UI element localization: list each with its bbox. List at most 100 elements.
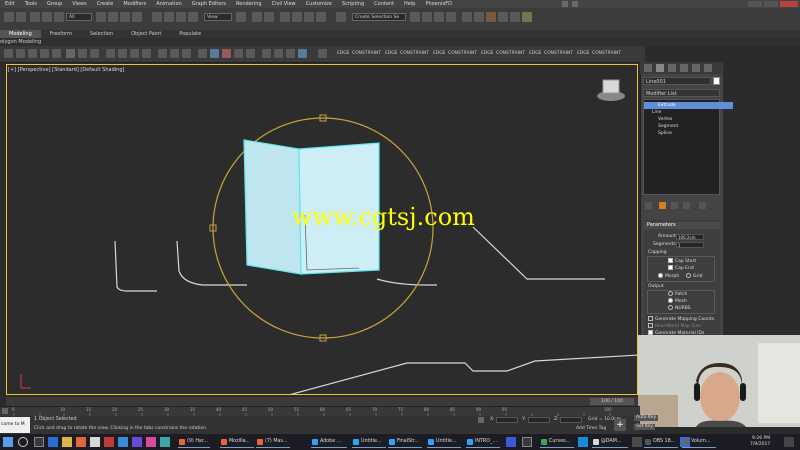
app-icon[interactable] (48, 437, 58, 447)
taskbar-item[interactable]: Mozilla... (220, 436, 254, 448)
tool-icon[interactable] (170, 49, 179, 58)
menu-item-scripting[interactable]: Scripting (337, 1, 369, 7)
tool-icon[interactable] (298, 49, 307, 58)
menu-item-views[interactable]: Views (67, 1, 91, 7)
cap-end-checkbox[interactable]: Cap End (668, 265, 694, 271)
undo-icon[interactable] (4, 12, 14, 22)
viewport-label[interactable]: [+] [Perspective] [Standard] [Default Sh… (8, 67, 124, 73)
create-tab-icon[interactable] (644, 64, 652, 72)
menu-item-tools[interactable]: Tools (20, 1, 42, 7)
menu-item-phoenixfd[interactable]: PhoenixFD (420, 1, 457, 7)
redo-icon[interactable] (16, 12, 26, 22)
tool-icon[interactable] (210, 49, 219, 58)
taskbar-item[interactable]: (7) Mas... (256, 436, 290, 448)
taskbar-item[interactable]: Adobe ... (311, 436, 347, 448)
move-icon[interactable] (152, 12, 162, 22)
menu-item-group[interactable]: Group (42, 1, 67, 7)
object-color-swatch[interactable] (713, 77, 720, 85)
stack-item-spline[interactable]: Spline (644, 130, 733, 137)
tool-icon[interactable] (198, 49, 207, 58)
menu-item-animation[interactable]: Animation (151, 1, 187, 7)
percent-snap-icon[interactable] (304, 12, 314, 22)
menu-item-graph-editors[interactable]: Graph Editors (187, 1, 231, 7)
selection-filter-dropdown[interactable]: All (66, 13, 92, 21)
tool-icon[interactable] (182, 49, 191, 58)
tool-icon[interactable] (234, 49, 243, 58)
unlink-icon[interactable] (42, 12, 52, 22)
show-end-result-icon[interactable] (659, 202, 666, 209)
edge-label[interactable]: EDGE (433, 51, 446, 56)
tool-icon[interactable] (118, 49, 127, 58)
select-by-name-icon[interactable] (108, 12, 118, 22)
tool-icon[interactable] (40, 49, 49, 58)
app-icon[interactable] (34, 437, 44, 447)
menu-item-edit[interactable]: Edit (0, 1, 20, 7)
menu-item-modifiers[interactable]: Modifiers (118, 1, 151, 7)
patch-radio[interactable]: Patch (668, 291, 687, 297)
isolate-selection-icon[interactable] (478, 417, 484, 423)
stack-item-line[interactable]: Line (644, 109, 727, 116)
spinner-snap-icon[interactable] (316, 12, 326, 22)
minimize-button[interactable] (748, 1, 762, 7)
render-production-icon[interactable] (522, 12, 532, 22)
app-icon[interactable] (578, 437, 588, 447)
parameters-rollout-header[interactable]: Parameters (644, 222, 720, 229)
edge-label[interactable]: EDGE (481, 51, 494, 56)
morph-radio[interactable]: Morph (658, 273, 679, 279)
tool-icon[interactable] (4, 49, 13, 58)
windows-start-icon[interactable] (3, 437, 13, 447)
snaps-toggle-icon[interactable] (280, 12, 290, 22)
clock-time[interactable]: 9:26 PM (752, 436, 770, 441)
display-tab-icon[interactable] (692, 64, 700, 72)
edge-label[interactable]: EDGE (529, 51, 542, 56)
constraint-label[interactable]: CONSTRAINT (448, 51, 477, 56)
app-icon[interactable] (632, 437, 642, 447)
tool-icon[interactable] (222, 49, 231, 58)
tool-icon[interactable] (52, 49, 61, 58)
maximize-button[interactable] (764, 1, 778, 7)
nurbs-radio[interactable]: NURBS (668, 305, 691, 311)
menu-item-rendering[interactable]: Rendering (231, 1, 267, 7)
place-icon[interactable] (188, 12, 198, 22)
object-name-field[interactable]: Line001 (643, 77, 711, 85)
step-icon[interactable] (90, 49, 99, 58)
tab-selection[interactable]: Selection (81, 30, 122, 38)
taskbar-item[interactable]: OBS 18... (644, 436, 678, 448)
search-icon[interactable] (18, 437, 28, 447)
tab-object-paint[interactable]: Object Paint (122, 30, 170, 38)
app-icon[interactable] (118, 437, 128, 447)
step-icon[interactable] (78, 49, 87, 58)
close-button[interactable] (780, 1, 798, 7)
help-icon[interactable] (318, 49, 327, 58)
constraint-label[interactable]: CONSTRAINT (544, 51, 573, 56)
toggle-ribbon-icon[interactable] (446, 12, 456, 22)
app-icon[interactable] (90, 437, 100, 447)
rotate-icon[interactable] (164, 12, 174, 22)
maxscript-listener-field[interactable]: come to M (0, 417, 30, 433)
stack-item-segment[interactable]: Segment (644, 123, 733, 130)
select-object-icon[interactable] (96, 12, 106, 22)
layer-explorer-icon[interactable] (434, 12, 444, 22)
app-icon[interactable] (522, 437, 532, 447)
mirror-icon[interactable] (410, 12, 420, 22)
pivot-center-icon[interactable] (236, 12, 246, 22)
clock-date[interactable]: 7/9/2017 (750, 442, 770, 447)
taskbar-item[interactable]: Volum... (682, 436, 716, 448)
make-unique-icon[interactable] (671, 202, 678, 209)
polygon-modeling-label[interactable]: olygon Modeling (0, 39, 41, 45)
utilities-tab-icon[interactable] (704, 64, 712, 72)
tool-icon[interactable] (262, 49, 271, 58)
time-slider-thumb[interactable]: 100 / 100 (590, 398, 634, 405)
grid-radio[interactable]: Grid (686, 273, 702, 279)
taskbar-item[interactable]: Untitle... (352, 436, 386, 448)
select-manipulate-icon[interactable] (252, 12, 262, 22)
x-coordinate-field[interactable] (496, 417, 518, 423)
stack-item-extrude[interactable]: Extrude (644, 102, 733, 109)
configure-sets-icon[interactable] (699, 202, 706, 209)
constraint-label[interactable]: CONSTRAINT (592, 51, 621, 56)
align-icon[interactable] (422, 12, 432, 22)
reference-coordinate-dropdown[interactable]: View (204, 13, 232, 21)
app-icon[interactable] (146, 437, 156, 447)
notification-icon[interactable] (784, 437, 794, 447)
render-setup-icon[interactable] (498, 12, 508, 22)
